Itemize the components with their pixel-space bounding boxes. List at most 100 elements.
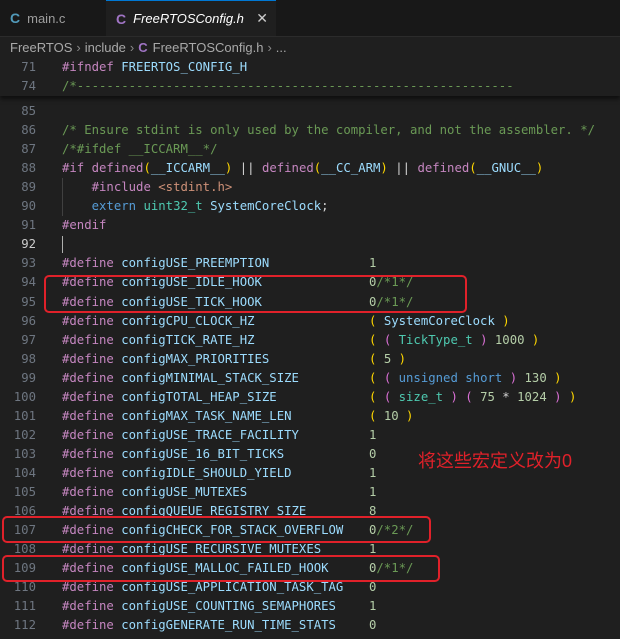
breadcrumb-separator-icon: › [76, 40, 81, 55]
breadcrumb-item-file[interactable]: FreeRTOSConfig.h [153, 40, 264, 55]
breadcrumb-item-include[interactable]: include [85, 40, 126, 55]
code-line[interactable]: 92 [0, 235, 620, 254]
line-number: 92 [21, 237, 36, 251]
tab-freertosconfig-h[interactable]: C FreeRTOSConfig.h ✕ [106, 0, 276, 36]
code-text: #define configUSE_COUNTING_SEMAPHORES [62, 599, 336, 613]
code-text: #define configMAX_PRIORITIES [62, 352, 270, 366]
code-line[interactable]: 85 [0, 102, 620, 121]
line-number: 97 [21, 333, 36, 347]
line-number: 86 [21, 123, 36, 137]
code-line[interactable]: 74 /*------------------------------------… [0, 77, 620, 96]
code-line[interactable]: 88 #if defined(__ICCARM__) || defined(__C… [0, 159, 620, 178]
line-number: 101 [13, 409, 36, 423]
code-line[interactable]: 90 extern uint32_t SystemCoreClock; [0, 197, 620, 216]
code-text: #define configTICK_RATE_HZ [62, 333, 255, 347]
annotation-note: 将这些宏定义改为0 [418, 451, 573, 471]
tab-label: main.c [27, 10, 66, 26]
line-number: 102 [13, 428, 36, 442]
code-text: #define configIDLE_SHOULD_YIELD [62, 466, 292, 480]
c-file-icon: C [10, 10, 21, 26]
code-text: /*#ifdef __ICCARM__*/ [62, 142, 218, 156]
line-number: 88 [21, 161, 36, 175]
code-line[interactable]: 71 #ifndef FREERTOS_CONFIG_H [0, 58, 620, 77]
code-text: #define configMINIMAL_STACK_SIZE [62, 371, 299, 385]
line-number: 112 [13, 618, 36, 632]
code-line[interactable]: 86 /* Ensure stdint is only used by the c… [0, 121, 620, 140]
code-line[interactable]: 98 #define configMAX_PRIORITIES ( 5 ) [0, 350, 620, 369]
code-line[interactable]: 93 #define configUSE_PREEMPTION 1 [0, 254, 620, 273]
macro-value: ( 10 ) [369, 409, 414, 423]
code-text: /* Ensure stdint is only used by the com… [62, 123, 596, 137]
code-line[interactable]: 89 #include <stdint.h> [0, 178, 620, 197]
macro-value: 1 [369, 256, 377, 270]
code-line[interactable]: 99 #define configMINIMAL_STACK_SIZE ( ( un… [0, 369, 620, 388]
code-text: #define configMAX_TASK_NAME_LEN [62, 409, 292, 423]
line-number: 111 [13, 599, 36, 613]
macro-value: ( 5 ) [369, 352, 407, 366]
highlight-box-stack-overflow [2, 516, 431, 543]
code-editor[interactable]: 71 #ifndef FREERTOS_CONFIG_H 74 /*---------… [0, 58, 620, 639]
line-number: 85 [21, 104, 36, 118]
macro-value: 1 [369, 428, 377, 442]
tab-main-c[interactable]: C main.c [0, 0, 106, 36]
code-line[interactable]: 101 #define configMAX_TASK_NAME_LEN ( 10 ) [0, 407, 620, 426]
code-text: #ifndef FREERTOS_CONFIG_H [62, 60, 248, 74]
line-number: 89 [21, 180, 36, 194]
code-text: extern uint32_t SystemCoreClock; [91, 199, 329, 213]
line-number: 87 [21, 142, 36, 156]
code-line[interactable]: 112 #define configGENERATE_RUN_TIME_STATS… [0, 616, 620, 635]
line-number: 96 [21, 314, 36, 328]
line-number: 74 [21, 79, 36, 93]
line-number: 94 [21, 275, 36, 289]
line-number: 98 [21, 352, 36, 366]
line-number: 90 [21, 199, 36, 213]
line-number: 104 [13, 466, 36, 480]
macro-value: 1 [369, 599, 377, 613]
code-text: #define configGENERATE_RUN_TIME_STATS [62, 618, 336, 632]
code-line[interactable]: 100 #define configTOTAL_HEAP_SIZE ( ( size… [0, 388, 620, 407]
code-line[interactable]: 111 #define configUSE_COUNTING_SEMAPHORES… [0, 597, 620, 616]
code-text: #include <stdint.h> [91, 180, 233, 194]
close-icon[interactable]: ✕ [256, 10, 268, 27]
breadcrumb-item-symbols[interactable]: ... [276, 40, 287, 55]
breadcrumb: FreeRTOS › include › C FreeRTOSConfig.h … [0, 37, 620, 58]
code-text: #endif [62, 218, 107, 232]
code-text: #if defined(__ICCARM__) || defined(__CC_… [62, 161, 544, 175]
code-text: #define configTOTAL_HEAP_SIZE [62, 390, 277, 404]
code-line[interactable]: 87 /*#ifdef __ICCARM__*/ [0, 140, 620, 159]
code-line[interactable]: 91 #endif [0, 216, 620, 235]
line-number: 71 [21, 60, 36, 74]
code-line[interactable]: 102 #define configUSE_TRACE_FACILITY 1 [0, 426, 620, 445]
macro-value: 1 [369, 466, 377, 480]
code-text: #define configUSE_TRACE_FACILITY [62, 428, 299, 442]
highlight-box-idle-tick-hook [44, 275, 467, 313]
line-number: 91 [21, 218, 36, 232]
breadcrumb-item-freertos[interactable]: FreeRTOS [10, 40, 72, 55]
highlight-box-malloc-failed-hook [2, 555, 440, 582]
code-text: /*--------------------------------------… [62, 79, 514, 93]
tab-label: FreeRTOSConfig.h [133, 11, 244, 26]
sticky-scroll-header: 71 #ifndef FREERTOS_CONFIG_H 74 /*---------… [0, 58, 620, 96]
macro-value: ( ( size_t ) ( 75 * 1024 ) ) [369, 390, 577, 404]
macro-value: ( ( TickType_t ) 1000 ) [369, 333, 540, 347]
code-line[interactable]: 97 #define configTICK_RATE_HZ ( ( TickType… [0, 331, 620, 350]
line-number: 105 [13, 485, 36, 499]
line-number: 100 [13, 390, 36, 404]
macro-value: 0 [369, 618, 377, 632]
code-line[interactable]: 96 #define configCPU_CLOCK_HZ ( SystemCore… [0, 312, 620, 331]
macro-value: 0 [369, 447, 377, 461]
line-number: 99 [21, 371, 36, 385]
macro-value: ( ( unsigned short ) 130 ) [369, 371, 562, 385]
text-cursor [62, 236, 63, 253]
code-text: #define configUSE_MUTEXES [62, 485, 248, 499]
macro-value: 1 [369, 485, 377, 499]
code-line[interactable]: 105 #define configUSE_MUTEXES 1 [0, 483, 620, 502]
editor-tab-bar: C main.c C FreeRTOSConfig.h ✕ [0, 0, 620, 37]
line-number: 103 [13, 447, 36, 461]
c-header-file-icon: C [138, 40, 148, 55]
line-number: 93 [21, 256, 36, 270]
code-text: #define configUSE_16_BIT_TICKS [62, 447, 285, 461]
code-text: #define configCPU_CLOCK_HZ [62, 314, 255, 328]
breadcrumb-separator-icon: › [129, 40, 135, 55]
code-text: #define configUSE_PREEMPTION [62, 256, 270, 270]
